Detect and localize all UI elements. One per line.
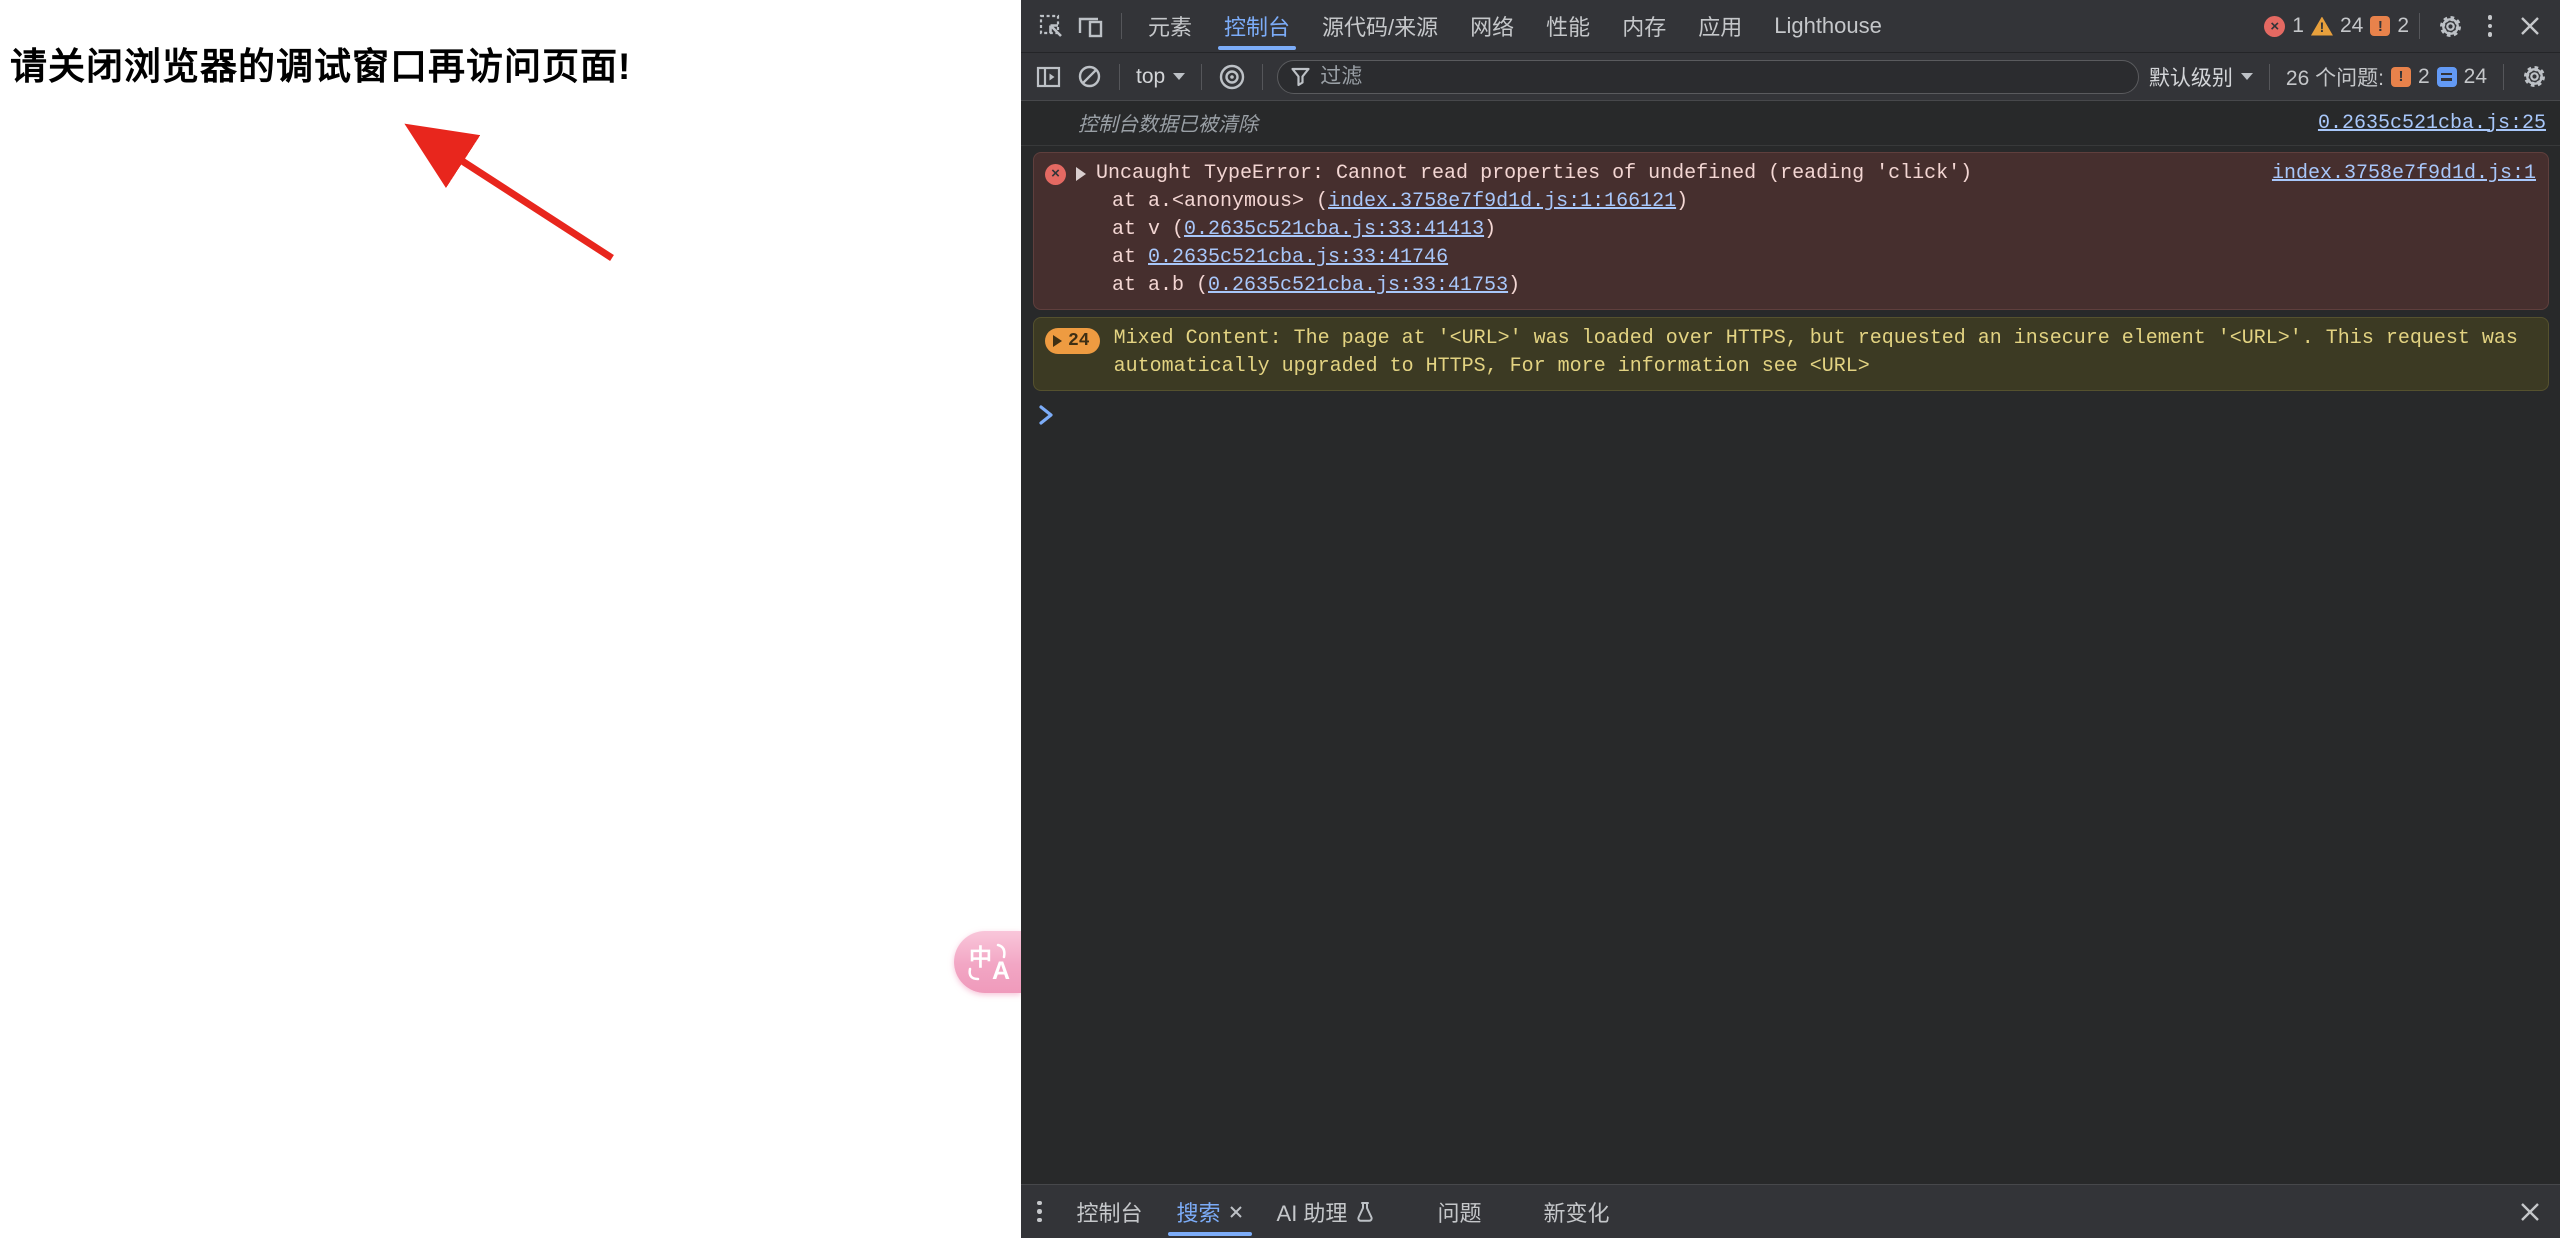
drawer-tab-search[interactable]: 搜索	[1160, 1185, 1260, 1238]
tab-elements[interactable]: 元素	[1132, 0, 1208, 52]
settings-gear-icon[interactable]	[2430, 6, 2470, 46]
source-link[interactable]: 0.2635c521cba.js:33:41413	[1184, 218, 1484, 241]
source-link[interactable]: 0.2635c521cba.js:25	[2318, 112, 2546, 135]
issues-badge-count: 2	[2418, 65, 2430, 89]
filter-input[interactable]	[1320, 65, 2126, 89]
tab-network[interactable]: 网络	[1454, 0, 1530, 52]
log-level-dropdown[interactable]: 默认级别	[2143, 62, 2259, 92]
separator	[2269, 64, 2270, 90]
filter-funnel-icon	[1290, 66, 1311, 87]
tab-console[interactable]: 控制台	[1208, 0, 1306, 52]
close-tab-icon[interactable]	[1229, 1205, 1243, 1219]
devtools-drawer-tabbar: 控制台 搜索 AI 助理 问题 新变化	[1021, 1184, 2560, 1238]
devtools-panel: 元素 控制台 源代码/来源 网络 性能 内存 应用 Lighthouse	[1021, 0, 2560, 1238]
browser-page: 请关闭浏览器的调试窗口再访问页面! 中 A	[0, 0, 1021, 1238]
live-expression-eye-icon[interactable]	[1212, 57, 1252, 97]
console-cleared-row: 控制台数据已被清除 0.2635c521cba.js:25	[1021, 101, 2560, 146]
stack-frame: at 0.2635c521cba.js:33:41746	[1043, 244, 2536, 272]
screen: 请关闭浏览器的调试窗口再访问页面! 中 A	[0, 0, 2560, 1238]
warning-text: Mixed Content: The page at '<URL>' was l…	[1114, 325, 2518, 381]
console-cleared-text: 控制台数据已被清除	[1078, 108, 1258, 138]
close-devtools-button[interactable]	[2510, 6, 2550, 46]
source-link[interactable]: 0.2635c521cba.js:33:41753	[1208, 274, 1508, 297]
separator	[1262, 64, 1263, 90]
page-title: 请关闭浏览器的调试窗口再访问页面!	[10, 36, 1021, 90]
warning-count: 24	[2340, 14, 2363, 38]
messages-badge-icon	[2437, 67, 2457, 87]
console-sidebar-icon[interactable]	[1029, 57, 1069, 97]
warning-group-badge[interactable]: 24	[1045, 328, 1100, 354]
issues-summary[interactable]: 26 个问题: ! 2 24	[2280, 62, 2493, 92]
expand-triangle-icon[interactable]	[1076, 167, 1086, 181]
translate-arc-icon	[964, 939, 1012, 985]
source-link[interactable]: index.3758e7f9d1d.js:1	[2272, 160, 2536, 188]
tab-application[interactable]: 应用	[1682, 0, 1758, 52]
console-warning-message: 24 Mixed Content: The page at '<URL>' wa…	[1033, 317, 2549, 391]
expand-triangle-icon	[1053, 335, 1062, 347]
chevron-down-icon	[1173, 73, 1185, 80]
drawer-tab-whats-new[interactable]: 新变化	[1526, 1185, 1626, 1238]
console-messages-area: 控制台数据已被清除 0.2635c521cba.js:25 × Uncaught…	[1021, 101, 2560, 1184]
separator	[1119, 64, 1120, 90]
issues-label: 26 个问题:	[2286, 62, 2384, 92]
red-arrow	[250, 90, 670, 320]
error-text: Uncaught TypeError: Cannot read properti…	[1096, 160, 2272, 188]
tab-sources[interactable]: 源代码/来源	[1306, 0, 1454, 52]
prompt-chevron-icon	[1037, 403, 1055, 427]
separator	[2419, 13, 2420, 39]
source-link[interactable]: 0.2635c521cba.js:33:41746	[1148, 246, 1448, 269]
issues-badge-icon: !	[2391, 67, 2411, 87]
devtools-tabbar: 元素 控制台 源代码/来源 网络 性能 内存 应用 Lighthouse	[1021, 0, 2560, 53]
warning-group-count: 24	[1068, 331, 1090, 351]
experiment-flask-icon	[1355, 1201, 1375, 1223]
messages-badge-count: 24	[2464, 65, 2487, 89]
active-tab-underline	[1218, 46, 1296, 50]
drawer-tab-console[interactable]: 控制台	[1060, 1185, 1160, 1238]
issue-count: 2	[2397, 14, 2409, 38]
stack-frame: at v (0.2635c521cba.js:33:41413)	[1043, 216, 2536, 244]
status-badges[interactable]: × 1 ! 24 ! 2	[2264, 14, 2409, 38]
separator	[1121, 13, 1122, 39]
tab-lighthouse[interactable]: Lighthouse	[1758, 0, 1898, 52]
warning-badge-icon: !	[2311, 17, 2333, 36]
stack-frame: at a.<anonymous> (index.3758e7f9d1d.js:1…	[1043, 188, 2536, 216]
context-selector-dropdown[interactable]: top	[1130, 65, 1191, 89]
tab-memory[interactable]: 内存	[1606, 0, 1682, 52]
separator	[1201, 64, 1202, 90]
more-options-kebab-icon[interactable]	[2470, 6, 2510, 46]
error-badge-icon: ×	[2264, 16, 2285, 37]
active-tab-underline	[1168, 1232, 1252, 1236]
close-drawer-button[interactable]	[2510, 1192, 2550, 1232]
error-count: 1	[2292, 14, 2304, 38]
translate-toggle-button[interactable]: 中 A	[954, 931, 1021, 993]
drawer-tab-ai-assistant[interactable]: AI 助理	[1260, 1185, 1393, 1238]
source-link[interactable]: index.3758e7f9d1d.js:1:166121	[1328, 190, 1676, 213]
drawer-tab-issues[interactable]: 问题	[1420, 1185, 1498, 1238]
stack-frame: at a.b (0.2635c521cba.js:33:41753)	[1043, 272, 2536, 300]
clear-console-icon[interactable]	[1069, 57, 1109, 97]
console-error-message: × Uncaught TypeError: Cannot read proper…	[1033, 152, 2549, 310]
error-icon: ×	[1045, 164, 1066, 185]
tab-performance[interactable]: 性能	[1530, 0, 1606, 52]
issues-badge-icon: !	[2370, 16, 2390, 36]
console-settings-gear-icon[interactable]	[2514, 57, 2554, 97]
device-toolbar-button[interactable]	[1071, 6, 1111, 46]
console-filter-box[interactable]	[1277, 60, 2139, 94]
console-toolbar: top 默认级别	[1021, 53, 2560, 101]
drawer-kebab-icon[interactable]	[1037, 1201, 1042, 1223]
chevron-down-icon	[2241, 73, 2253, 80]
inspect-element-button[interactable]	[1031, 6, 1071, 46]
separator	[2503, 64, 2504, 90]
console-prompt[interactable]	[1021, 391, 2560, 427]
